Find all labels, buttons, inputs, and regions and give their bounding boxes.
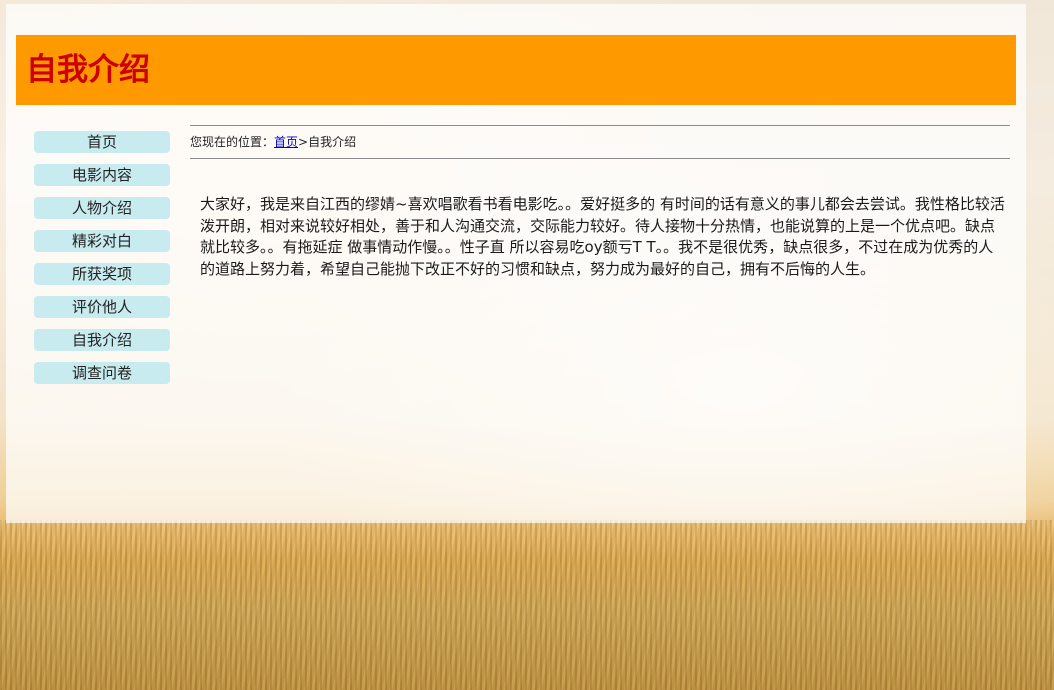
nav-item-movie-content[interactable]: 电影内容 (34, 164, 170, 186)
nav-item-reviews[interactable]: 评价他人 (34, 296, 170, 318)
page-title: 自我介绍 (26, 52, 150, 88)
intro-paragraph: 大家好，我是来自江西的缪婧~喜欢唱歌看书看电影吃。。爱好挺多的 有时间的话有意义… (200, 195, 1005, 278)
breadcrumb-current: 自我介绍 (308, 135, 357, 149)
breadcrumb-separator: > (298, 135, 309, 149)
nav-item-home[interactable]: 首页 (34, 131, 170, 153)
sidebar-nav: 首页 电影内容 人物介绍 精彩对白 所获奖项 评价他人 自我介绍 调查问卷 (34, 131, 170, 395)
page-header: 自我介绍 (16, 35, 1016, 105)
nav-item-survey[interactable]: 调查问卷 (34, 362, 170, 384)
nav-item-characters[interactable]: 人物介绍 (34, 197, 170, 219)
nav-item-awards[interactable]: 所获奖项 (34, 263, 170, 285)
breadcrumb-home-link[interactable]: 首页 (274, 135, 298, 149)
background-wheat-field (0, 520, 1054, 690)
breadcrumb-prefix: 您现在的位置： (190, 135, 275, 149)
nav-item-dialogues[interactable]: 精彩对白 (34, 230, 170, 252)
breadcrumb: 您现在的位置：首页>自我介绍 (190, 125, 1010, 159)
nav-item-self-intro[interactable]: 自我介绍 (34, 329, 170, 351)
